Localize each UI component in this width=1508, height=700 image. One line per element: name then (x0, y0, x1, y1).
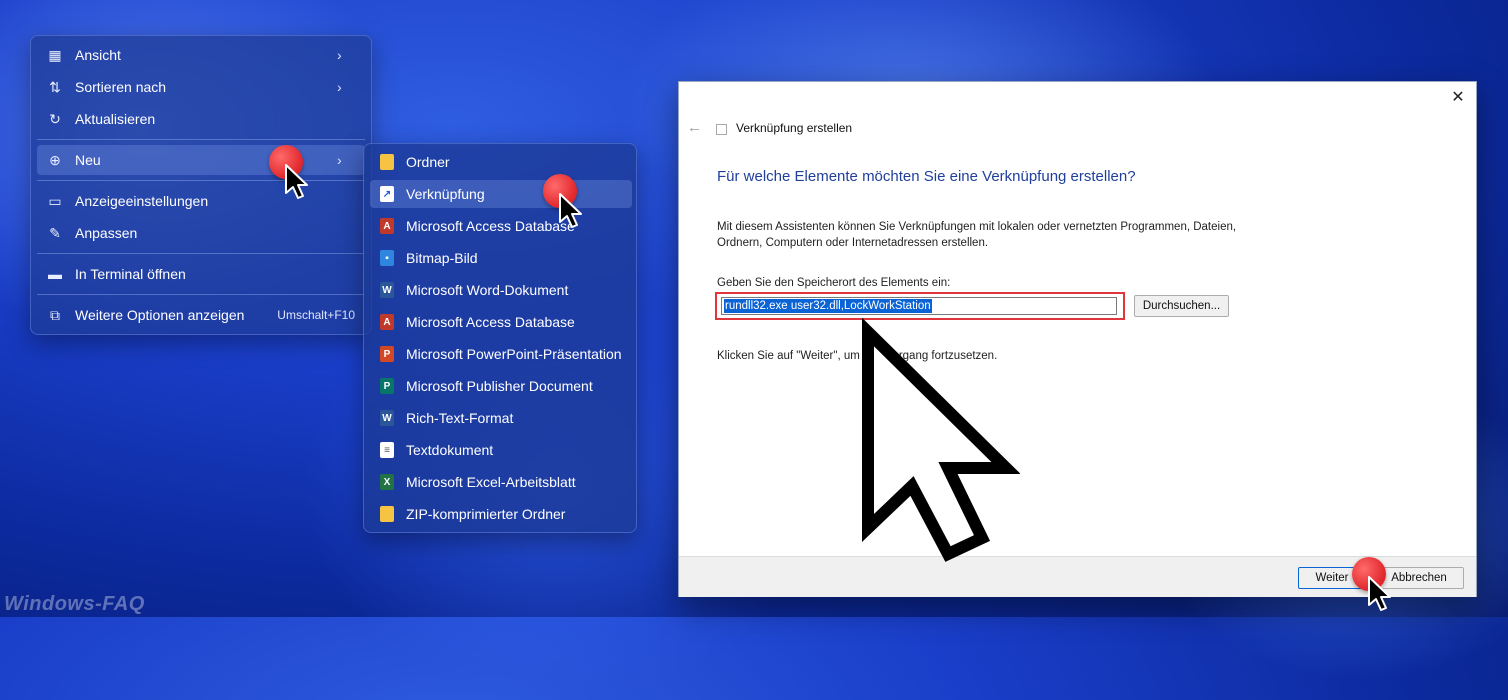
menu-item-weitere-optionen[interactable]: ⧉ Weitere Optionen anzeigen Umschalt+F10 (37, 300, 365, 330)
menu-item-ansicht[interactable]: ▦ Ansicht › (37, 40, 365, 70)
menu-item-label: Ansicht (75, 47, 121, 63)
submenu-item-powerpoint[interactable]: P Microsoft PowerPoint-Präsentation (370, 340, 632, 368)
bitmap-icon: ▪ (380, 250, 394, 266)
browse-button[interactable]: Durchsuchen... (1134, 295, 1229, 317)
menu-item-aktualisieren[interactable]: ↻ Aktualisieren (37, 104, 365, 134)
menu-item-label: Aktualisieren (75, 111, 156, 127)
refresh-icon: ↻ (49, 110, 61, 127)
grid-icon: ▦ (48, 46, 62, 63)
rtf-icon: W (380, 410, 394, 426)
shortcut-hint: Umschalt+F10 (277, 308, 355, 322)
submenu-item-label: Bitmap-Bild (406, 250, 478, 266)
folder-icon (380, 154, 394, 170)
chevron-right-icon: › (337, 47, 342, 63)
desktop-context-menu: ▦ Ansicht › ⇅ Sortieren nach › ↻ Aktuali… (30, 35, 372, 335)
submenu-item-label: Verknüpfung (406, 186, 485, 202)
menu-item-label: Anzeigeeinstellungen (75, 193, 209, 209)
chevron-right-icon: › (337, 152, 342, 168)
menu-separator (37, 180, 365, 181)
dialog-description: Mit diesem Assistenten können Sie Verknü… (717, 221, 1237, 249)
submenu-item-access[interactable]: A Microsoft Access Database (370, 212, 632, 240)
submenu-item-publisher[interactable]: P Microsoft Publisher Document (370, 372, 632, 400)
shortcut-icon (716, 124, 727, 135)
plus-circle-icon: ⊕ (49, 151, 61, 168)
powerpoint-icon: P (380, 346, 394, 362)
excel-icon: X (380, 474, 394, 490)
submenu-item-rtf[interactable]: W Rich-Text-Format (370, 404, 632, 432)
chevron-right-icon: › (337, 79, 342, 95)
menu-separator (37, 253, 365, 254)
cursor-icon (559, 193, 582, 228)
menu-item-sortieren[interactable]: ⇅ Sortieren nach › (37, 72, 365, 102)
submenu-item-excel[interactable]: X Microsoft Excel-Arbeitsblatt (370, 468, 632, 496)
pen-icon: ✎ (49, 224, 61, 241)
dialog-heading: Für welche Elemente möchten Sie eine Ver… (717, 168, 1136, 185)
menu-item-terminal[interactable]: ▬ In Terminal öffnen (37, 259, 365, 289)
display-icon: ▭ (48, 192, 62, 209)
submenu-item-label: Microsoft Word-Dokument (406, 282, 569, 298)
zip-icon (380, 506, 394, 522)
submenu-item-label: Textdokument (406, 442, 494, 458)
submenu-item-label: Microsoft Access Database (406, 314, 575, 330)
submenu-item-ordner[interactable]: Ordner (370, 148, 632, 176)
create-shortcut-dialog: ✕ ← Verknüpfung erstellen Für welche Ele… (678, 81, 1477, 597)
dialog-title: Verknüpfung erstellen (736, 121, 853, 135)
new-submenu: Ordner ↗ Verknüpfung A Microsoft Access … (363, 143, 637, 533)
publisher-icon: P (380, 378, 394, 394)
close-icon[interactable]: ✕ (1448, 88, 1468, 108)
submenu-item-label: ZIP-komprimierter Ordner (406, 506, 566, 522)
menu-item-label: Anpassen (75, 225, 138, 241)
more-options-icon: ⧉ (50, 306, 60, 323)
access-icon: A (380, 218, 394, 234)
large-pointer-arrow-icon (862, 318, 1020, 562)
sort-icon: ⇅ (49, 78, 61, 95)
submenu-item-verknuepfung[interactable]: ↗ Verknüpfung (370, 180, 632, 208)
menu-separator (37, 139, 365, 140)
submenu-item-label: Microsoft Publisher Document (406, 378, 593, 394)
terminal-icon: ▬ (48, 266, 62, 282)
menu-item-anpassen[interactable]: ✎ Anpassen (37, 218, 365, 248)
submenu-item-label: Microsoft Excel-Arbeitsblatt (406, 474, 576, 490)
menu-item-label: Sortieren nach (75, 79, 167, 95)
location-input[interactable]: rundll32.exe user32.dll,LockWorkStation (721, 297, 1117, 315)
submenu-item-label: Rich-Text-Format (406, 410, 514, 426)
menu-item-anzeigeeinstellungen[interactable]: ▭ Anzeigeeinstellungen (37, 186, 365, 216)
menu-item-neu[interactable]: ⊕ Neu › (37, 145, 365, 175)
submenu-item-access-2[interactable]: A Microsoft Access Database (370, 308, 632, 336)
location-label: Geben Sie den Speicherort des Elements e… (717, 277, 951, 289)
submenu-item-zip[interactable]: ZIP-komprimierter Ordner (370, 500, 632, 528)
location-field-highlight: rundll32.exe user32.dll,LockWorkStation (715, 292, 1125, 320)
submenu-item-label: Ordner (406, 154, 450, 170)
menu-item-label: Weitere Optionen anzeigen (75, 307, 245, 323)
cursor-icon (1368, 576, 1391, 611)
location-input-value: rundll32.exe user32.dll,LockWorkStation (724, 299, 932, 313)
access-icon: A (380, 314, 394, 330)
word-icon: W (380, 282, 394, 298)
menu-separator (37, 294, 365, 295)
shortcut-icon: ↗ (380, 186, 394, 202)
watermark-text: Windows-FAQ (4, 593, 145, 615)
submenu-item-label: Microsoft Access Database (406, 218, 575, 234)
text-icon: ≡ (380, 442, 394, 458)
submenu-item-text[interactable]: ≡ Textdokument (370, 436, 632, 464)
cursor-icon (285, 164, 308, 199)
submenu-item-label: Microsoft PowerPoint-Präsentation (406, 346, 622, 362)
submenu-item-bitmap[interactable]: ▪ Bitmap-Bild (370, 244, 632, 272)
back-arrow-icon[interactable]: ← (687, 119, 702, 136)
menu-item-label: In Terminal öffnen (75, 266, 186, 282)
submenu-item-word[interactable]: W Microsoft Word-Dokument (370, 276, 632, 304)
